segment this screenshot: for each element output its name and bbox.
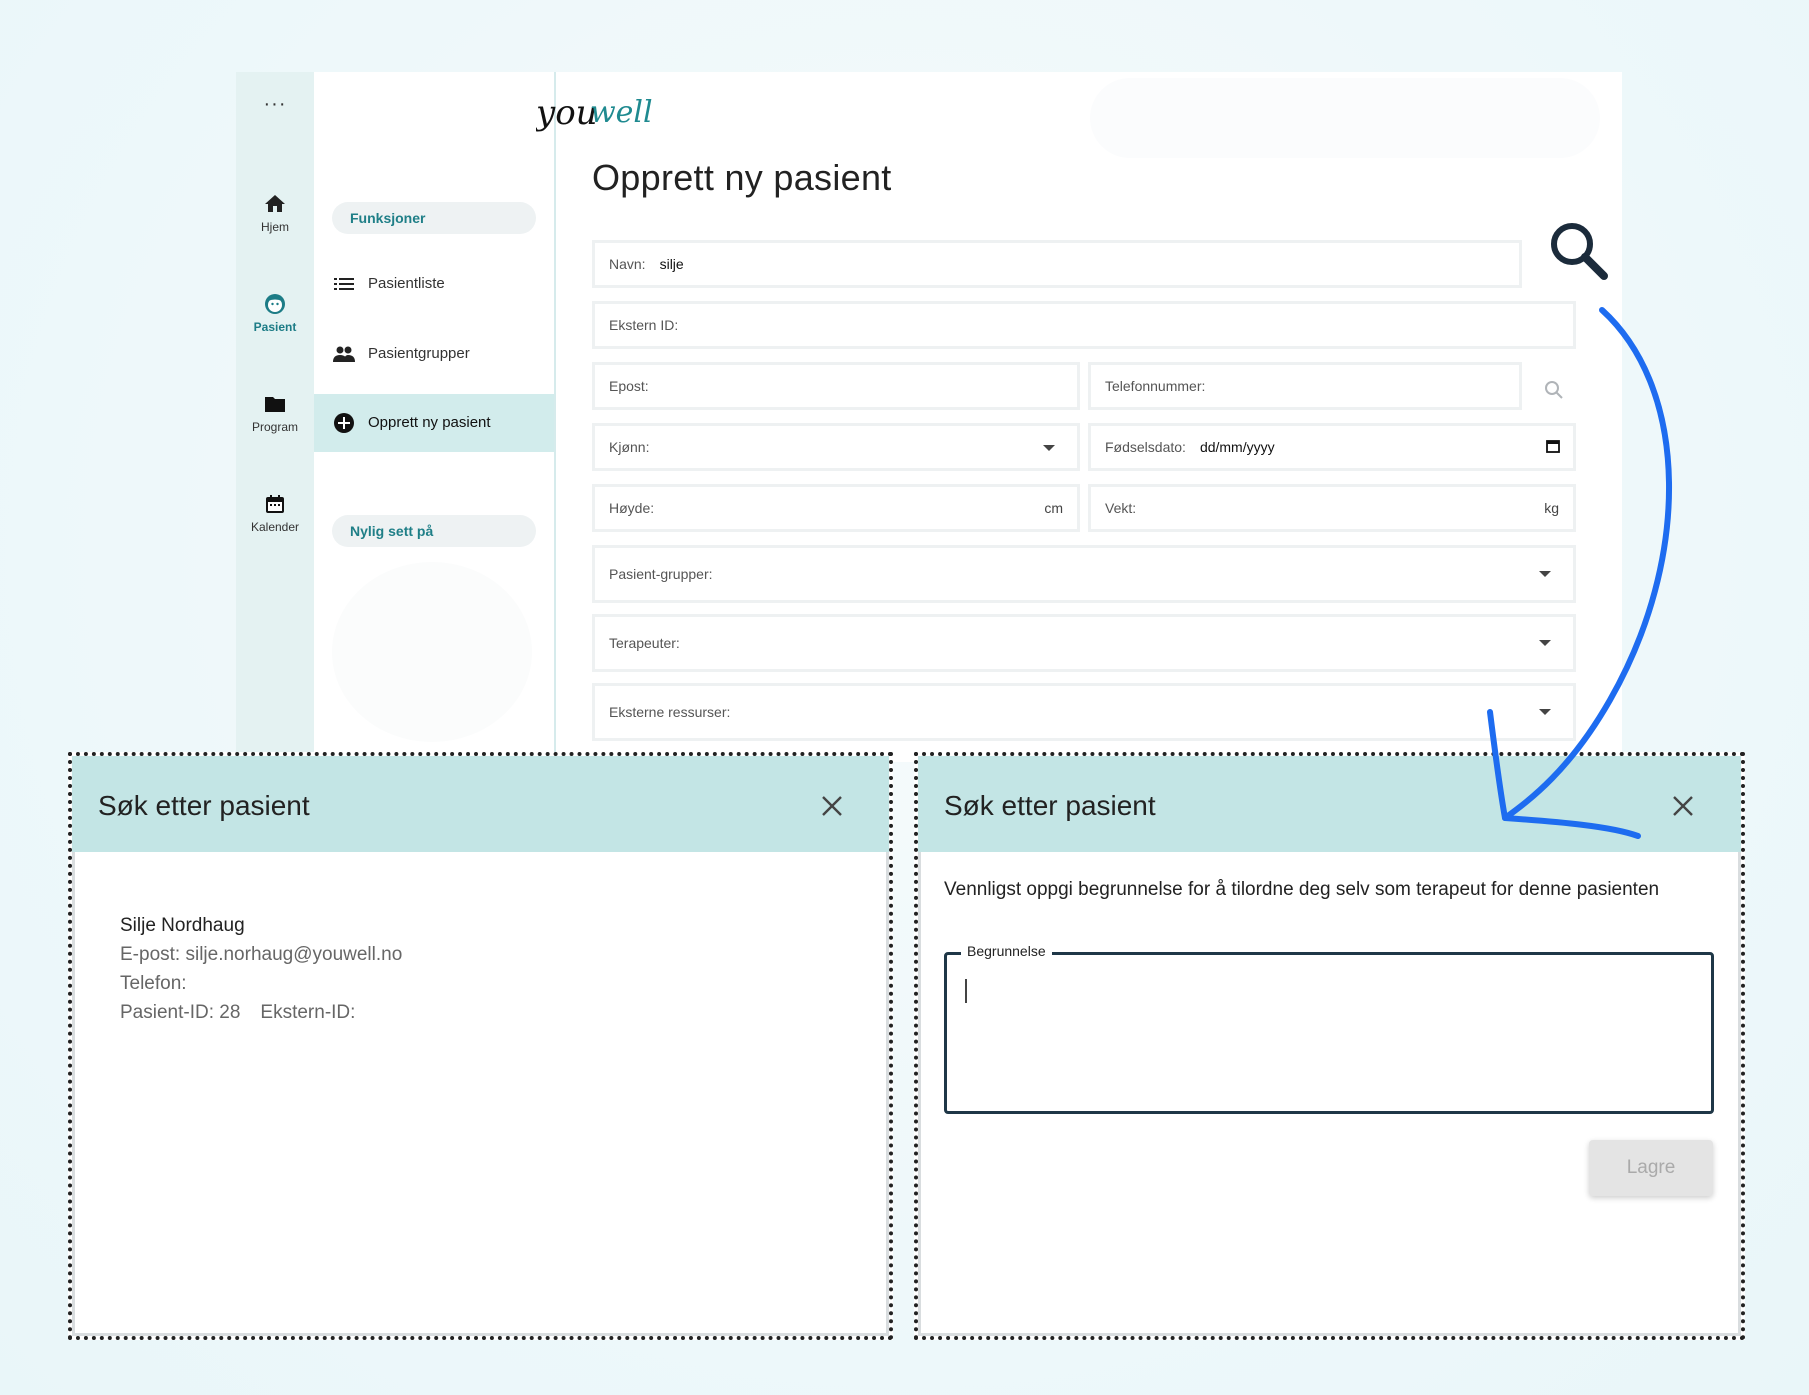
name-field[interactable]: Navn: silje <box>592 240 1522 288</box>
gender-select[interactable]: Kjønn: <box>592 423 1080 471</box>
patient-face-icon <box>265 294 285 314</box>
dialog-title: Søk etter pasient <box>944 790 1156 821</box>
birthdate-field[interactable]: Fødselsdato: dd/mm/yyyy <box>1088 423 1576 471</box>
youwell-logo: you well <box>536 93 653 133</box>
chevron-down-icon <box>1539 709 1551 715</box>
weight-unit: kg <box>1544 500 1559 516</box>
reason-label: Begrunnelse <box>961 943 1052 959</box>
gender-label: Kjønn: <box>609 439 650 455</box>
calendar-picker-icon[interactable] <box>1545 438 1561 454</box>
chevron-down-icon <box>1043 445 1055 451</box>
assign-therapist-dialog: Søk etter pasient Vennligst oppgi begrun… <box>914 752 1745 1340</box>
rail-item-label: Pasient <box>253 320 297 334</box>
app-window: ··· Hjem Pasient Program Kalender you we… <box>236 72 1622 762</box>
patient-email: E-post: silje.norhaug@youwell.no <box>120 944 403 965</box>
dialog-title: Søk etter pasient <box>98 790 310 821</box>
patient-groups-label: Pasient-grupper: <box>609 566 713 582</box>
rail-item-patient[interactable]: Pasient <box>236 292 314 334</box>
svg-text:well: well <box>590 95 653 130</box>
section-recently-viewed: Nylig sett på <box>332 515 536 547</box>
search-patient-dialog: Søk etter pasient Silje Nordhaug E-post:… <box>68 752 893 1340</box>
phone-label: Telefonnummer: <box>1105 378 1206 394</box>
therapists-label: Terapeuter: <box>609 635 680 651</box>
external-id-label: Ekstern ID: <box>609 317 679 333</box>
nav-item-label: Pasientliste <box>368 275 445 292</box>
rail-item-program[interactable]: Program <box>236 392 314 434</box>
section-functions: Funksjoner <box>332 202 536 234</box>
name-value: silje <box>659 256 684 272</box>
page-title: Opprett ny pasient <box>592 157 892 198</box>
external-id-field[interactable]: Ekstern ID: <box>592 301 1576 349</box>
save-button[interactable]: Lagre <box>1589 1140 1713 1196</box>
patient-id-row: Pasient-ID: 28 Ekstern-ID: <box>120 998 402 1027</box>
text-cursor <box>965 979 967 1003</box>
patient-phone: Telefon: <box>120 973 187 994</box>
rail-item-label: Kalender <box>250 520 300 534</box>
list-icon <box>334 278 354 290</box>
chevron-down-icon <box>1539 571 1551 577</box>
phone-search-icon[interactable] <box>1542 378 1566 402</box>
add-circle-icon <box>334 413 354 433</box>
instruction-text: Vennligst oppgi begrunnelse for å tilord… <box>944 879 1660 900</box>
patient-result[interactable]: Silje Nordhaug E-post: silje.norhaug@you… <box>120 911 402 1027</box>
rail-item-label: Program <box>251 420 298 434</box>
recent-placeholder <box>332 562 532 742</box>
close-icon[interactable] <box>818 792 846 820</box>
nav-item-label: Opprett ny pasient <box>368 414 491 431</box>
people-icon <box>333 346 355 362</box>
rail-item-home[interactable]: Hjem <box>236 192 314 234</box>
height-field[interactable]: Høyde: cm <box>592 484 1080 532</box>
close-icon[interactable] <box>1669 792 1697 820</box>
patient-id: Pasient-ID: 28 <box>120 1002 241 1023</box>
weight-field[interactable]: Vekt: kg <box>1088 484 1576 532</box>
rail-item-label: Hjem <box>260 220 289 234</box>
nav-item-patient-groups[interactable]: Pasientgrupper <box>314 325 554 383</box>
patient-groups-select[interactable]: Pasient-grupper: <box>592 545 1576 603</box>
nav-item-patient-list[interactable]: Pasientliste <box>314 255 554 313</box>
dialog-header: Søk etter pasient <box>918 756 1741 852</box>
dialog-header: Søk etter pasient <box>72 756 889 852</box>
email-field[interactable]: Epost: <box>592 362 1080 410</box>
height-label: Høyde: <box>609 500 655 516</box>
birthdate-value: dd/mm/yyyy <box>1199 439 1275 455</box>
patient-name: Silje Nordhaug <box>120 915 245 936</box>
chevron-down-icon <box>1539 640 1551 646</box>
nav-item-label: Pasientgrupper <box>368 345 470 362</box>
phone-field[interactable]: Telefonnummer: <box>1088 362 1522 410</box>
icon-rail: ··· Hjem Pasient Program Kalender <box>236 72 314 762</box>
svg-text:you: you <box>536 93 598 133</box>
therapists-select[interactable]: Terapeuter: <box>592 614 1576 672</box>
calendar-icon <box>266 495 284 513</box>
patient-external-id: Ekstern-ID: <box>260 1002 356 1023</box>
birthdate-label: Fødselsdato: <box>1105 439 1186 455</box>
home-icon <box>265 195 285 212</box>
more-menu-icon[interactable]: ··· <box>236 94 314 114</box>
reason-textarea[interactable]: Begrunnelse <box>944 943 1714 1114</box>
top-search-placeholder <box>1090 78 1600 158</box>
email-label: Epost: <box>609 378 649 394</box>
weight-label: Vekt: <box>1105 500 1137 516</box>
name-label: Navn: <box>609 256 646 272</box>
height-unit: cm <box>1044 500 1063 516</box>
folder-icon <box>265 397 285 412</box>
external-resources-label: Eksterne ressurser: <box>609 704 731 720</box>
external-resources-select[interactable]: Eksterne ressurser: <box>592 683 1576 741</box>
nav-item-create-patient[interactable]: Opprett ny pasient <box>314 394 554 452</box>
rail-item-calendar[interactable]: Kalender <box>236 492 314 534</box>
search-icon[interactable] <box>1546 218 1610 282</box>
